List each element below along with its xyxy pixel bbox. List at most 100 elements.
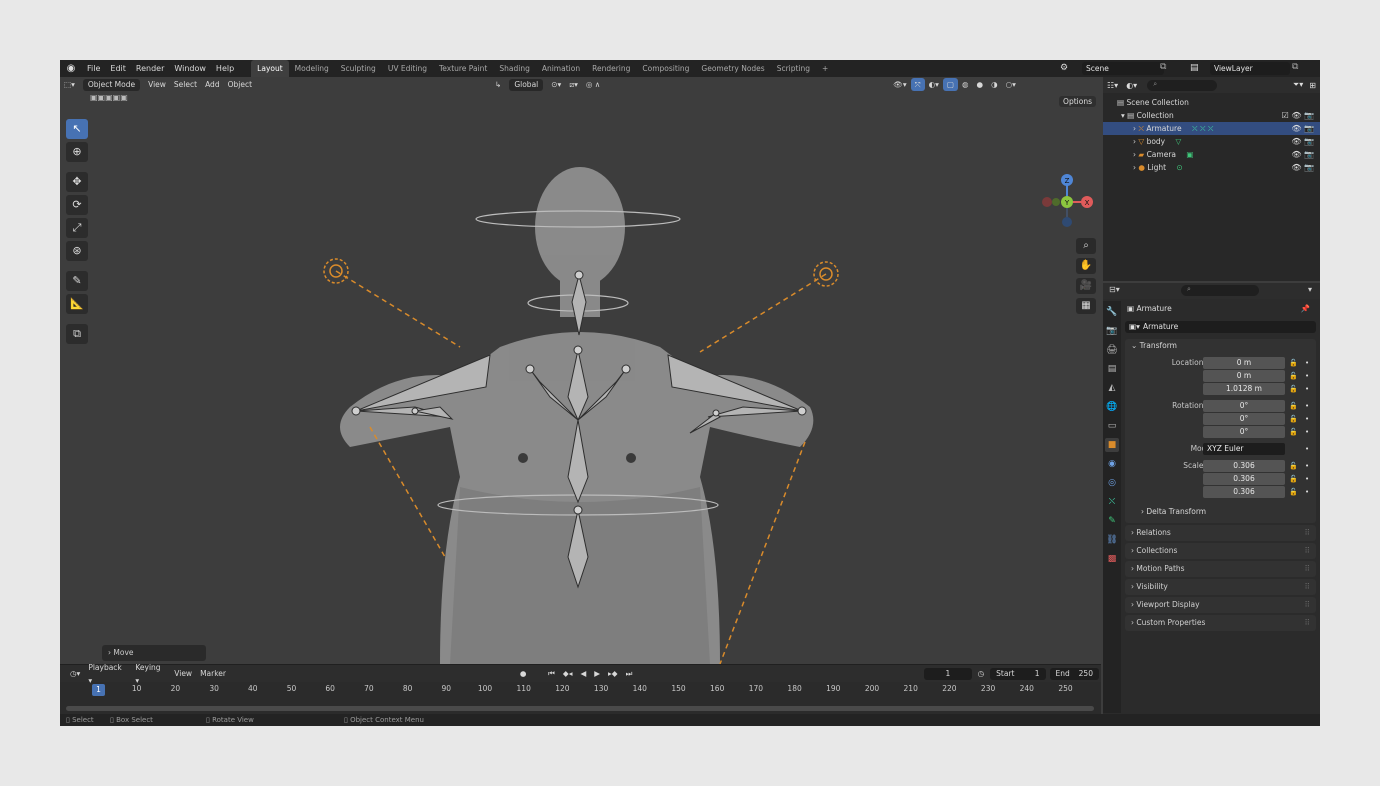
menu-window[interactable]: Window xyxy=(169,60,211,77)
perspective-grid-icon[interactable]: ▦ xyxy=(1076,298,1096,314)
filter-icon[interactable]: ⏷▾ xyxy=(1293,80,1303,90)
keyframe-dot-icon[interactable]: • xyxy=(1305,486,1309,498)
workspace-tab-compositing[interactable]: Compositing xyxy=(636,60,695,77)
frame-ruler[interactable]: 10 20 30 40 50 60 70 80 90 100 110 120 130 140 150 160 1… xyxy=(60,684,1101,696)
blender-logo-icon[interactable]: ◉ xyxy=(60,63,82,74)
collection-row[interactable]: ▾ ▤ Collection ☑ 👁 📷 xyxy=(1103,109,1320,122)
body-visibility-icons[interactable]: 👁 📷 xyxy=(1291,135,1314,148)
menu-object[interactable]: Object xyxy=(224,78,256,91)
scene-icon[interactable]: ⚙ xyxy=(1060,63,1068,73)
workspace-tab-modeling[interactable]: Modeling xyxy=(289,60,335,77)
jump-end-icon[interactable]: ⏭ xyxy=(622,667,637,680)
end-frame-field[interactable]: End 250 xyxy=(1049,667,1099,680)
tool-tab-icon[interactable]: 🔧 xyxy=(1105,305,1119,319)
keyframe-dot-icon[interactable]: • xyxy=(1305,473,1309,485)
scale-y-field[interactable]: 0.306 xyxy=(1203,473,1285,485)
lock-icon[interactable]: 🔓 xyxy=(1289,370,1298,382)
shading-solid-icon[interactable]: ● xyxy=(973,78,988,91)
new-collection-icon[interactable]: ⊞ xyxy=(1309,81,1316,90)
workspace-tab-texture-paint[interactable]: Texture Paint xyxy=(433,60,493,77)
menu-file[interactable]: File xyxy=(82,60,105,77)
navigation-gizmo[interactable]: Z X Y xyxy=(1037,172,1097,232)
keyframe-dot-icon[interactable]: • xyxy=(1305,400,1309,412)
location-y-field[interactable]: 0 m xyxy=(1203,370,1285,382)
lock-icon[interactable]: 🔓 xyxy=(1289,383,1298,395)
transform-panel-header[interactable]: ⌄ Transform xyxy=(1125,339,1316,353)
menu-select[interactable]: Select xyxy=(170,78,201,91)
workspace-tab-layout[interactable]: Layout xyxy=(251,60,289,77)
menu-view[interactable]: View xyxy=(144,78,170,91)
last-operator-panel[interactable]: › Move xyxy=(102,645,206,661)
view-layer-selector[interactable]: ViewLayer xyxy=(1210,62,1290,75)
properties-options-icon[interactable]: ▾ xyxy=(1308,285,1312,294)
display-mode-icon[interactable]: ◐▾ xyxy=(1126,81,1137,90)
transform-tool-icon[interactable]: ⊛ xyxy=(66,241,88,261)
shading-material-icon[interactable]: ◑ xyxy=(987,78,1002,91)
pivot-icon[interactable]: ⊙▾ xyxy=(547,78,565,91)
select-tool-icon[interactable]: ↖ xyxy=(66,119,88,139)
auto-keying-icon[interactable]: ● xyxy=(516,667,531,680)
world-tab-icon[interactable]: 🌐 xyxy=(1105,400,1119,414)
cursor-tool-icon[interactable]: ⊕ xyxy=(66,142,88,162)
new-view-layer-icon[interactable]: ⧉ xyxy=(1292,62,1298,72)
shading-wireframe-icon[interactable]: ◍ xyxy=(958,78,973,91)
keyframe-dot-icon[interactable]: • xyxy=(1305,426,1309,438)
scene-selector[interactable]: Scene xyxy=(1082,62,1164,75)
overlay-icon[interactable]: ◐▾ xyxy=(925,78,943,91)
drag-grip-icon[interactable]: ⠿ xyxy=(1305,579,1311,595)
scene-tab-icon[interactable]: ◭ xyxy=(1105,381,1119,395)
view-layer-icon[interactable]: ▤ xyxy=(1190,63,1199,73)
add-cube-tool-icon[interactable]: ⧉ xyxy=(66,324,88,344)
camera-view-icon[interactable]: 🎥 xyxy=(1076,278,1096,294)
scale-tool-icon[interactable]: ⤢ xyxy=(66,218,88,238)
workspace-tab-uv-editing[interactable]: UV Editing xyxy=(382,60,433,77)
outliner-search-input[interactable]: ⌕ xyxy=(1147,79,1218,91)
drag-grip-icon[interactable]: ⠿ xyxy=(1305,525,1311,541)
object-name-field[interactable]: ▣▾ Armature xyxy=(1125,321,1316,333)
current-frame-field[interactable]: 1 xyxy=(924,667,972,680)
lock-icon[interactable]: 🔓 xyxy=(1289,413,1298,425)
pin-icon[interactable]: 📌 xyxy=(1301,301,1310,317)
workspace-tab-animation[interactable]: Animation xyxy=(536,60,586,77)
jump-start-icon[interactable]: ⏮ xyxy=(544,667,559,680)
add-workspace-button[interactable]: + xyxy=(816,60,834,77)
rotation-x-field[interactable]: 0° xyxy=(1203,400,1285,412)
lock-icon[interactable]: 🔓 xyxy=(1289,357,1298,369)
drag-grip-icon[interactable]: ⠿ xyxy=(1305,561,1311,577)
drag-grip-icon[interactable]: ⠿ xyxy=(1305,597,1311,613)
workspace-tab-rendering[interactable]: Rendering xyxy=(586,60,636,77)
object-tab-icon[interactable]: ■ xyxy=(1105,438,1119,452)
gizmo-toggle-icon[interactable]: ⤧ xyxy=(910,78,925,91)
visibility-icon[interactable]: 👁▾ xyxy=(889,78,910,91)
workspace-tab-geometry-nodes[interactable]: Geometry Nodes xyxy=(695,60,770,77)
constraint-tab-icon[interactable]: ⛓ xyxy=(1105,533,1119,547)
editor-type-icon[interactable]: ⬚▾ xyxy=(60,78,79,91)
scale-x-field[interactable]: 0.306 xyxy=(1203,460,1285,472)
move-tool-icon[interactable]: ✥ xyxy=(66,172,88,192)
timeline-editor-icon[interactable]: ◷▾ xyxy=(66,667,84,680)
start-frame-field[interactable]: Start 1 xyxy=(990,667,1046,680)
keyframe-dot-icon[interactable]: • xyxy=(1305,370,1309,382)
properties-search-input[interactable]: ⌕ xyxy=(1181,285,1259,296)
lock-icon[interactable]: 🔓 xyxy=(1289,460,1298,472)
menu-keying[interactable]: Keying ▾ xyxy=(131,661,170,687)
select-mode-icons[interactable]: ▣▣▣▣▣ xyxy=(90,93,128,102)
light-visibility-icons[interactable]: 👁 📷 xyxy=(1291,161,1314,174)
menu-marker[interactable]: Marker xyxy=(196,667,230,680)
camera-visibility-icons[interactable]: 👁 📷 xyxy=(1291,148,1314,161)
outliner-item-body[interactable]: › ▽ body ▽ 👁 📷 xyxy=(1103,135,1320,148)
menu-edit[interactable]: Edit xyxy=(105,60,131,77)
play-icon[interactable]: ▶ xyxy=(590,667,604,680)
workspace-tab-sculpting[interactable]: Sculpting xyxy=(335,60,382,77)
3d-viewport[interactable]: ⬚▾ Object Mode View Select Add Object ↳ … xyxy=(60,77,1101,664)
drag-grip-icon[interactable]: ⠿ xyxy=(1305,543,1311,559)
properties-editor-icon[interactable]: ⊟▾ xyxy=(1109,285,1120,294)
modifier-tab-icon[interactable]: ◉ xyxy=(1105,457,1119,471)
menu-render[interactable]: Render xyxy=(131,60,169,77)
outliner-editor-icon[interactable]: ☷▾ xyxy=(1107,81,1118,90)
play-reverse-icon[interactable]: ◀ xyxy=(576,667,590,680)
keyframe-dot-icon[interactable]: • xyxy=(1305,443,1309,455)
outliner-item-camera[interactable]: › ▰ Camera ▣ 👁 📷 xyxy=(1103,148,1320,161)
prev-keyframe-icon[interactable]: ◆◂ xyxy=(559,667,577,680)
lock-icon[interactable]: 🔓 xyxy=(1289,400,1298,412)
